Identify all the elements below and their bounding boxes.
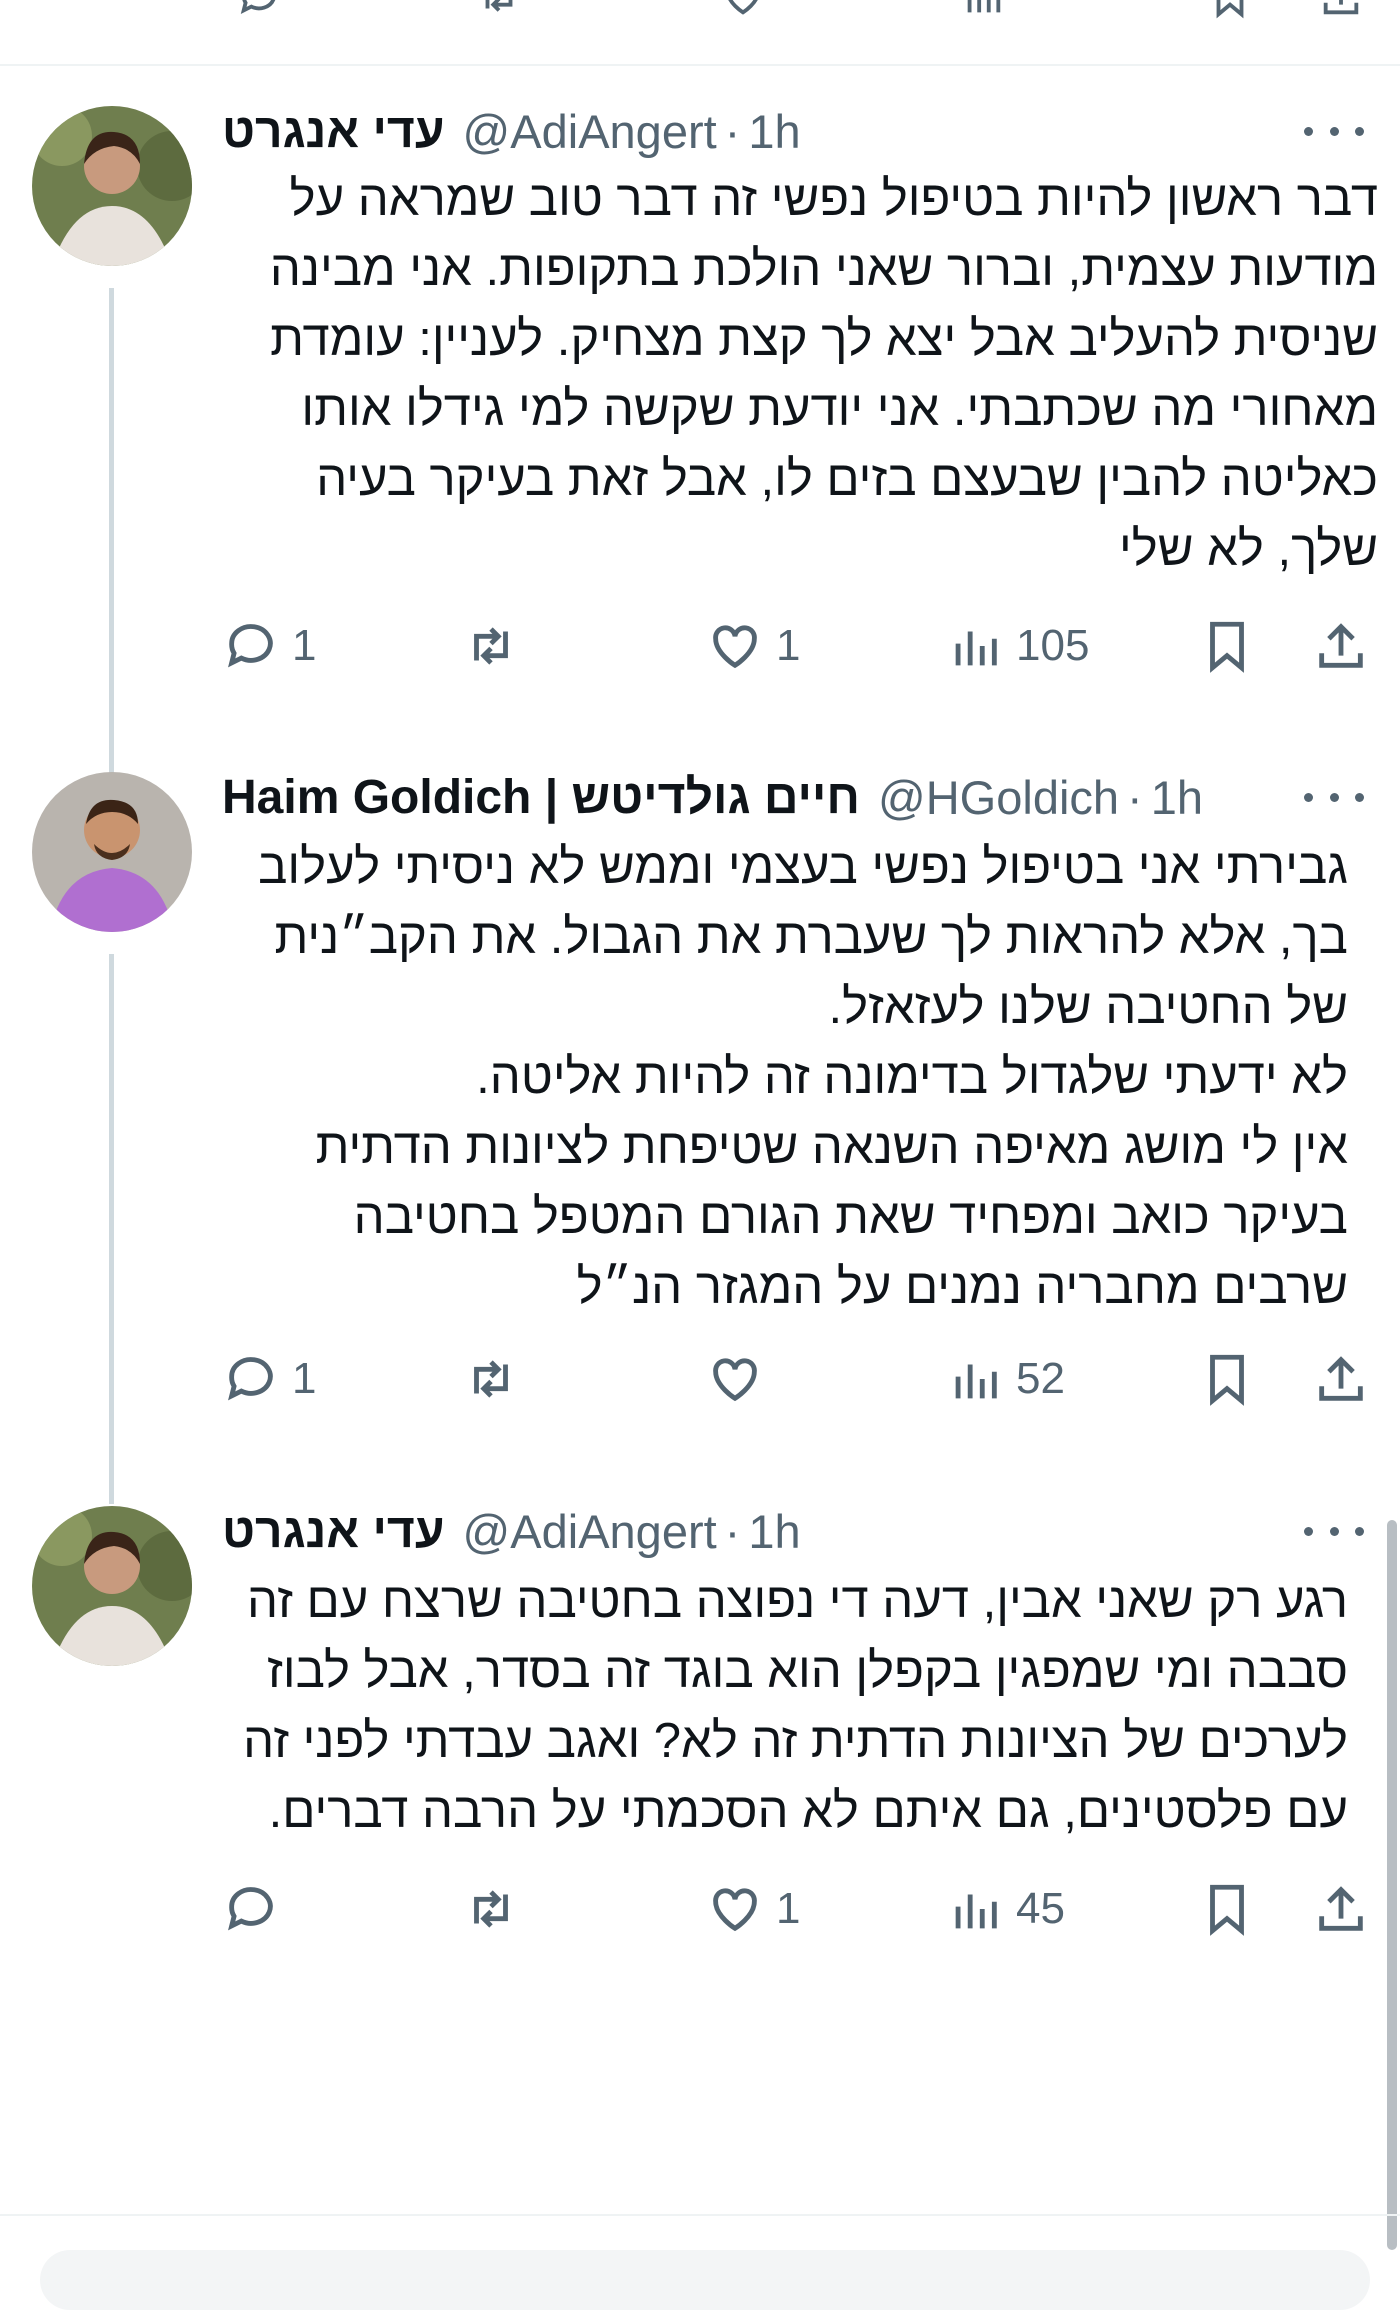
reply-icon <box>228 624 273 668</box>
tweet-header: עדי אנגרט @AdiAngert · 1h <box>222 96 1370 166</box>
views-button[interactable]: 52 <box>946 1344 1065 1414</box>
like-button[interactable] <box>706 1344 776 1414</box>
retweet-icon <box>474 1360 508 1398</box>
views-count: 105 <box>1016 621 1090 670</box>
reply-icon <box>228 1357 273 1401</box>
avatar-woman-icon <box>32 106 192 266</box>
views-icon[interactable] <box>960 0 1006 20</box>
author-name[interactable]: עדי אנגרט <box>222 1504 445 1559</box>
reply-button[interactable]: 1 <box>222 611 316 681</box>
like-icon[interactable] <box>720 0 766 20</box>
tweet-header: Haim Goldich | חיים גולדיטש @HGoldich · … <box>222 762 1370 832</box>
retweet-icon <box>474 1890 508 1928</box>
views-icon <box>955 1364 997 1399</box>
bookmark-icon <box>1210 621 1244 673</box>
more-options-icon[interactable] <box>1304 1516 1370 1546</box>
share-icon[interactable] <box>1318 0 1364 20</box>
timestamp[interactable]: 1h <box>1151 770 1203 825</box>
like-icon <box>713 625 757 669</box>
author-name[interactable]: Haim Goldich | חיים גולדיטש <box>222 770 860 825</box>
like-button[interactable]: 1 <box>706 611 800 681</box>
action-bar: 1 52 <box>222 1344 1382 1414</box>
views-button[interactable]: 105 <box>946 611 1089 681</box>
separator-dot: · <box>724 1504 741 1558</box>
share-button[interactable] <box>1312 1874 1370 1944</box>
like-button[interactable]: 1 <box>706 1874 800 1944</box>
author-handle[interactable]: @AdiAngert <box>463 1504 717 1559</box>
retweet-button[interactable] <box>462 1344 532 1414</box>
bookmark-button[interactable] <box>1198 611 1256 681</box>
bookmark-icon <box>1210 1354 1244 1406</box>
scrollbar[interactable] <box>1387 1520 1397 2250</box>
avatar[interactable] <box>32 772 192 932</box>
reply-icon <box>228 1887 273 1931</box>
like-icon <box>713 1888 757 1932</box>
avatar[interactable] <box>32 1506 192 1666</box>
more-options-icon[interactable] <box>1304 782 1370 812</box>
share-icon <box>1319 1356 1363 1401</box>
like-count: 1 <box>776 1884 801 1933</box>
bookmark-button[interactable] <box>1198 1874 1256 1944</box>
reply-count: 1 <box>292 1354 317 1403</box>
reply-count: 1 <box>292 621 317 670</box>
reply-button[interactable] <box>222 1874 292 1944</box>
share-icon <box>1319 623 1363 668</box>
like-count: 1 <box>776 621 801 670</box>
avatar[interactable] <box>32 106 192 266</box>
retweet-button[interactable] <box>462 611 532 681</box>
previous-tweet-actions <box>0 0 1400 66</box>
thread-line <box>109 954 114 1504</box>
reply-button[interactable]: 1 <box>222 1344 316 1414</box>
timestamp[interactable]: 1h <box>748 104 800 159</box>
retweet-icon <box>474 627 508 665</box>
share-button[interactable] <box>1312 611 1370 681</box>
share-icon <box>1319 1886 1363 1931</box>
author-name[interactable]: עדי אנגרט <box>222 104 445 159</box>
like-icon <box>713 1358 757 1402</box>
bookmark-icon <box>1210 1884 1244 1936</box>
tweet-text: רגע רק שאני אבין, דעה די נפוצה בחטיבה שר… <box>243 1574 1348 1838</box>
bookmark-button[interactable] <box>1198 1344 1256 1414</box>
retweet-icon[interactable] <box>476 0 522 20</box>
tweet-header: עדי אנגרט @AdiAngert · 1h <box>222 1496 1370 1566</box>
views-count: 52 <box>1016 1354 1065 1403</box>
avatar-man-icon <box>32 772 192 932</box>
timestamp[interactable]: 1h <box>748 1504 800 1559</box>
views-icon <box>955 1894 997 1929</box>
author-handle[interactable]: @AdiAngert <box>463 104 717 159</box>
thread-line <box>109 288 114 818</box>
views-icon <box>955 631 997 666</box>
bottom-bar <box>0 2214 1400 2310</box>
avatar-woman-icon <box>32 1506 192 1666</box>
author-handle[interactable]: @HGoldich <box>878 770 1119 825</box>
more-options-icon[interactable] <box>1304 116 1370 146</box>
views-button[interactable]: 45 <box>946 1874 1065 1944</box>
action-bar: 1 45 <box>222 1874 1382 1944</box>
tweet-text: דבר ראשון להיות בטיפול נפשי זה דבר טוב ש… <box>269 172 1378 576</box>
retweet-button[interactable] <box>462 1874 532 1944</box>
action-bar: 1 1 105 <box>222 611 1382 681</box>
share-button[interactable] <box>1312 1344 1370 1414</box>
tweet-text: גבירתי אני בטיפול נפשי בעצמי וממש לא ניס… <box>258 840 1348 1314</box>
separator-dot: · <box>1127 770 1143 824</box>
reply-compose-field[interactable] <box>40 2250 1370 2310</box>
reply-icon[interactable] <box>236 0 282 20</box>
separator-dot: · <box>724 104 741 158</box>
views-count: 45 <box>1016 1884 1065 1933</box>
bookmark-icon[interactable] <box>1207 0 1253 20</box>
